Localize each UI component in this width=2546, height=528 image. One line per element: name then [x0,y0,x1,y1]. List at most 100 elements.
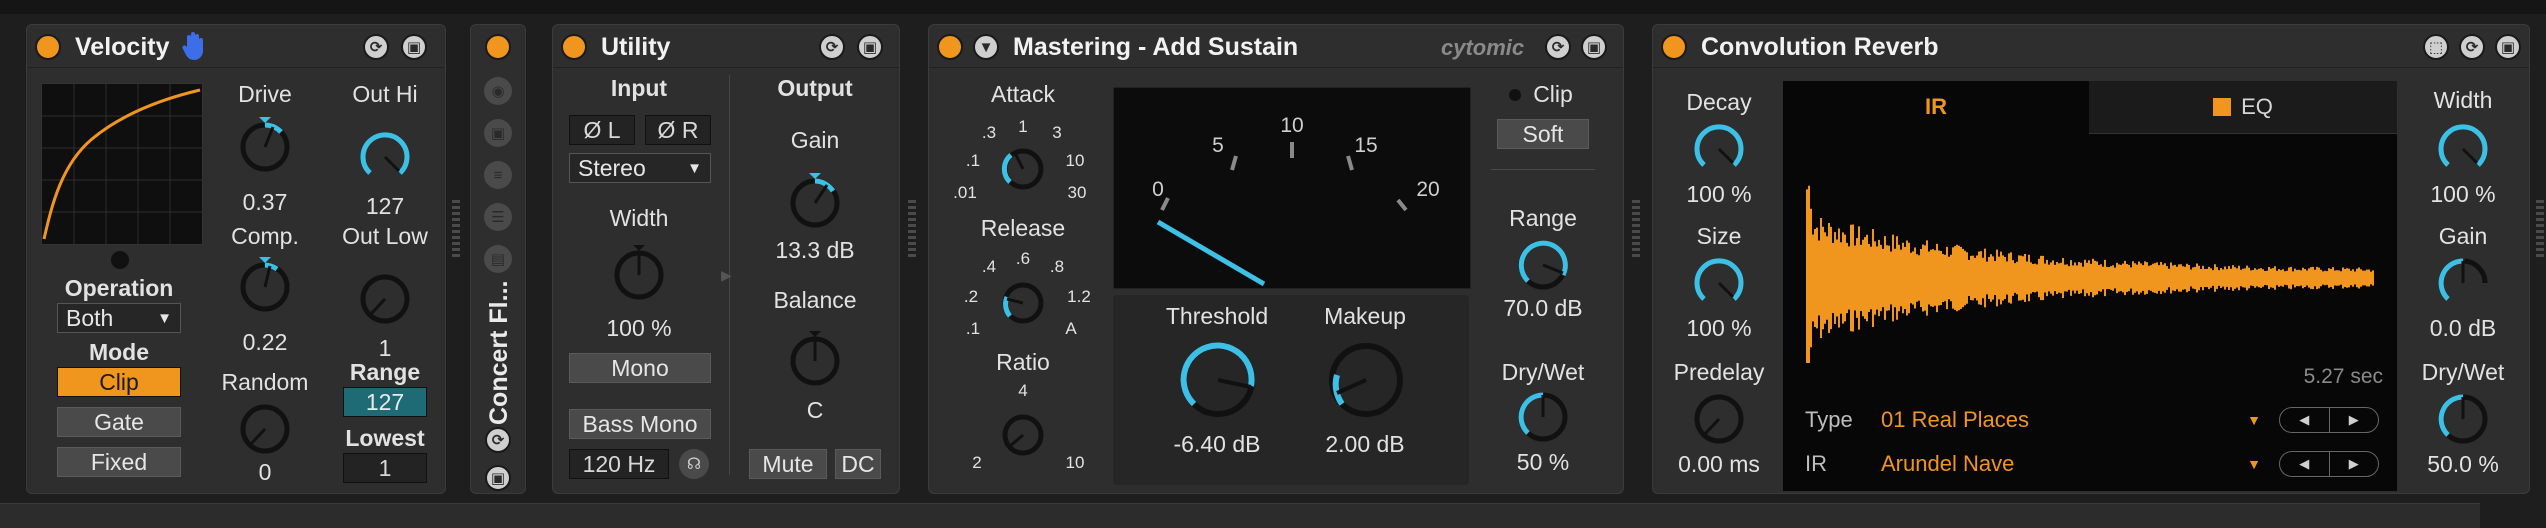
ratio-knob[interactable] [997,409,1049,461]
device-header: Velocity ⟳ ▣ [27,25,445,68]
device-power-button[interactable] [35,34,61,60]
drywet-label: Dry/Wet [2421,359,2505,385]
width-knob[interactable] [609,245,669,305]
chevron-down-icon: ▼ [157,309,172,327]
device-expand-icon[interactable]: ⬚ [2423,34,2449,60]
previous-arrow-icon[interactable]: ◀ [2280,408,2329,432]
dc-button[interactable]: DC [835,449,881,479]
attack-tick-03: .3 [981,123,997,142]
rack-device-icon[interactable]: ▤ [484,245,512,273]
operation-select[interactable]: Both ▼ [57,303,181,333]
phase-right-button[interactable]: Ø R [645,115,711,145]
previous-arrow-icon[interactable]: ◀ [2280,452,2329,476]
lowest-field[interactable]: 1 [343,453,427,483]
mode-clip-button[interactable]: Clip [57,367,181,397]
release-tick-01: .1 [965,319,981,338]
range-field[interactable]: 127 [343,387,427,417]
predelay-knob[interactable] [1689,389,1749,449]
ir-length: 5.27 sec [2303,365,2383,388]
curve-handle[interactable] [111,251,129,269]
chevron-right-icon: ▶ [721,267,732,283]
device-power-button[interactable] [937,34,963,60]
mode-fixed-button[interactable]: Fixed [57,447,181,477]
rack-random-icon[interactable]: ▣ [484,119,512,147]
attack-knob[interactable] [997,143,1049,195]
meter-tick-0: 0 [1152,178,1164,201]
attack-tick-01: .1 [965,151,981,170]
width-value: 100 % [606,315,672,341]
velocity-curve-display[interactable] [41,83,203,245]
device-save-icon[interactable]: ▣ [1581,34,1607,60]
device-save-icon[interactable]: ▣ [2495,34,2521,60]
collapse-chevron-icon[interactable]: ▼ [973,34,999,60]
device-preset-icon[interactable]: ⟳ [819,34,845,60]
rack-save-icon[interactable]: ▣ [485,465,511,491]
gain-knob[interactable] [785,173,845,233]
device-grip[interactable] [1632,200,1640,260]
eq-enable-checkbox[interactable] [2213,98,2232,116]
headphones-icon[interactable]: ☊ [679,449,709,479]
ir-select[interactable]: Arundel Nave ▼ [1881,449,2261,479]
device-title: Mastering - Add Sustain [1013,33,1299,61]
device-grip[interactable] [908,200,916,260]
mono-button[interactable]: Mono [569,353,711,383]
device-preset-icon[interactable]: ⟳ [363,34,389,60]
next-arrow-icon[interactable]: ▶ [2328,452,2379,476]
range-knob[interactable] [1513,235,1573,295]
rack-preset-icon[interactable]: ⟳ [485,427,511,453]
decay-knob[interactable] [1689,119,1749,179]
bass-mono-button[interactable]: Bass Mono [569,409,711,439]
tab-eq[interactable]: EQ [2089,81,2397,134]
device-preset-icon[interactable]: ⟳ [2459,34,2485,60]
type-nav-buttons[interactable]: ◀ ▶ [2279,407,2379,433]
ratio-label: Ratio [996,349,1050,375]
channel-mode-select[interactable]: Stereo ▼ [569,153,711,183]
output-label: Output [777,75,853,101]
bass-mono-frequency[interactable]: 120 Hz [569,449,669,479]
mute-button[interactable]: Mute [749,449,827,479]
tab-ir[interactable]: IR [1783,81,2090,133]
device-grip[interactable] [452,200,460,260]
type-select[interactable]: 01 Real Places ▼ [1881,405,2261,435]
rack-power-button[interactable] [485,34,511,60]
top-bar [0,0,2546,14]
device-save-icon[interactable]: ▣ [857,34,883,60]
comp-knob[interactable] [235,257,295,317]
balance-knob[interactable] [785,331,845,391]
rack-chain-icon[interactable]: ≡ [484,161,512,189]
makeup-knob[interactable] [1321,335,1411,425]
device-power-button[interactable] [1661,34,1687,60]
tab-eq-label: EQ [2241,94,2273,119]
next-arrow-icon[interactable]: ▶ [2328,408,2379,432]
release-knob[interactable] [997,277,1049,329]
threshold-knob[interactable] [1173,335,1263,425]
bottom-bar [0,503,2480,528]
mode-gate-button[interactable]: Gate [57,407,181,437]
drive-knob[interactable] [235,117,295,177]
instrument-rack-strip: ◉ ▣ ≡ ☰ ▤ Concert Fl... ⟳ ▣ [470,24,526,494]
out-low-knob[interactable] [355,269,415,329]
release-tick-06: .6 [1015,249,1031,268]
device-preset-icon[interactable]: ⟳ [1545,34,1571,60]
drywet-knob[interactable] [1513,387,1573,447]
clip-mode-button[interactable]: Soft [1497,119,1589,149]
random-knob[interactable] [235,399,295,459]
device-save-icon[interactable]: ▣ [401,34,427,60]
type-value: 01 Real Places [1881,407,2029,432]
width-knob[interactable] [2433,119,2493,179]
drywet-knob[interactable] [2433,389,2493,449]
width-label: Width [609,205,669,231]
phase-left-button[interactable]: Ø L [569,115,635,145]
size-knob[interactable] [1689,253,1749,313]
device-power-button[interactable] [561,34,587,60]
attack-tick-1: 1 [1018,117,1028,136]
ir-label: IR [1805,451,1827,476]
ir-nav-buttons[interactable]: ◀ ▶ [2279,451,2379,477]
rack-list-icon[interactable]: ☰ [484,203,512,231]
rack-macro-icon[interactable]: ◉ [484,77,512,105]
gain-knob[interactable] [2433,253,2493,313]
makeup-value: 2.00 dB [1325,431,1405,457]
out-hi-knob[interactable] [355,127,415,187]
predelay-value: 0.00 ms [1678,451,1760,477]
device-grip[interactable] [2536,200,2544,260]
